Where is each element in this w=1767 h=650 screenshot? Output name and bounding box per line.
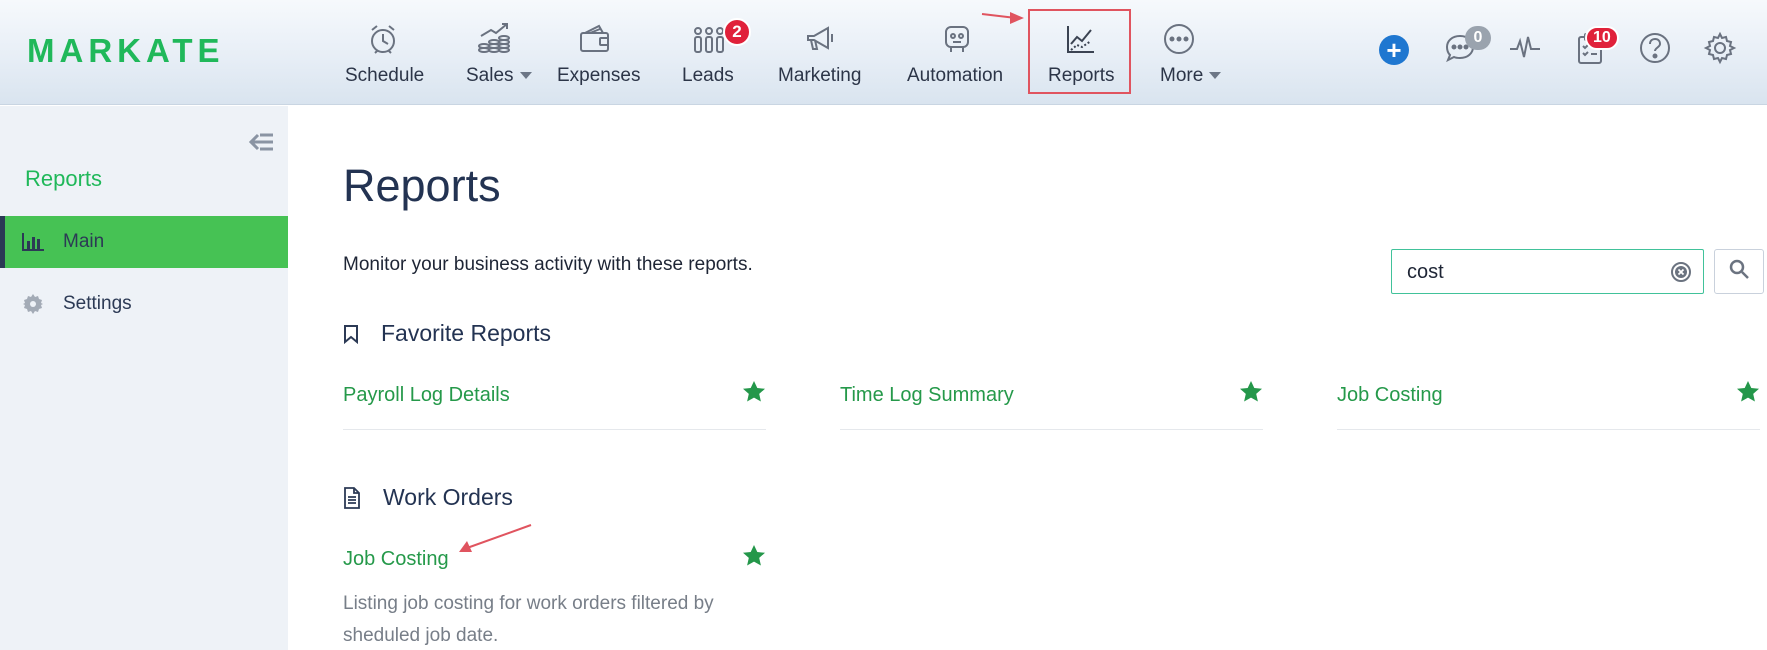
annotation-arrow <box>459 524 532 552</box>
nav-label: Sales <box>466 65 532 87</box>
nav-label: Schedule <box>345 65 425 86</box>
nav-item-more[interactable]: More <box>1159 0 1223 105</box>
nav-item-schedule[interactable]: Schedule <box>343 0 425 105</box>
clear-search-icon[interactable] <box>1671 262 1691 287</box>
help-icon <box>1638 31 1672 70</box>
search-input[interactable] <box>1407 259 1662 285</box>
annotation-arrow <box>981 12 1024 24</box>
report-card: Time Log Summary <box>840 380 1263 430</box>
nav-label: Leads <box>682 65 734 86</box>
favorite-star-icon[interactable] <box>742 380 766 409</box>
report-card: Job Costing <box>343 544 766 580</box>
megaphone-icon <box>801 20 841 58</box>
nav-label: Reports <box>1048 65 1115 86</box>
report-search-box <box>1391 249 1704 294</box>
sidebar-item-label: Main <box>63 231 105 252</box>
report-link[interactable]: Job Costing <box>343 548 449 571</box>
top-navigation-bar: MARKATE Schedule Sales Expenses 2 Leads … <box>0 0 1767 105</box>
more-dots-icon <box>1159 20 1199 58</box>
robot-icon <box>937 20 977 58</box>
activity-button[interactable] <box>1505 30 1545 70</box>
nav-item-expenses[interactable]: Expenses <box>557 0 641 105</box>
gear-icon <box>22 293 44 315</box>
sidebar-item-label: Settings <box>63 293 132 314</box>
chevron-down-icon <box>1209 72 1222 80</box>
report-link[interactable]: Job Costing <box>1337 384 1443 407</box>
tasks-count-badge: 10 <box>1585 26 1619 50</box>
nav-label: Expenses <box>557 65 641 86</box>
markate-logo[interactable]: MARKATE <box>27 34 267 68</box>
favorite-star-icon[interactable] <box>742 544 766 573</box>
report-link[interactable]: Payroll Log Details <box>343 384 510 407</box>
messages-count-badge: 0 <box>1465 26 1491 50</box>
nav-label: Automation <box>907 65 1004 86</box>
section-title: Favorite Reports <box>381 320 552 346</box>
report-card: Job Costing <box>1337 380 1760 430</box>
chevron-down-icon <box>519 72 532 80</box>
alarm-clock-icon <box>363 20 403 58</box>
svg-text:MARKATE: MARKATE <box>27 34 225 68</box>
report-link[interactable]: Time Log Summary <box>840 384 1014 407</box>
report-card: Payroll Log Details <box>343 380 766 430</box>
people-icon <box>689 20 729 58</box>
gear-icon <box>1703 31 1737 70</box>
add-icon: + <box>1379 35 1409 65</box>
add-button[interactable]: + <box>1374 30 1414 70</box>
favorite-star-icon[interactable] <box>1239 380 1263 409</box>
sidebar: Reports Main Settings <box>0 106 288 650</box>
sidebar-item-main[interactable]: Main <box>0 216 288 268</box>
search-icon <box>1729 259 1749 284</box>
wallet-icon <box>575 20 615 58</box>
growth-chart-icon <box>474 20 514 58</box>
nav-item-marketing[interactable]: Marketing <box>778 0 864 105</box>
line-chart-icon <box>1061 20 1101 58</box>
bookmark-icon <box>343 323 363 345</box>
section-work-orders: Work Orders <box>343 484 513 511</box>
search-button[interactable] <box>1714 249 1764 294</box>
document-icon <box>343 486 363 509</box>
nav-item-sales[interactable]: Sales <box>466 0 532 105</box>
report-description: Listing job costing for work orders filt… <box>343 593 714 646</box>
page-description: Monitor your business activity with thes… <box>343 254 753 275</box>
activity-pulse-icon <box>1508 31 1542 70</box>
nav-label: More <box>1160 65 1222 87</box>
nav-label: Marketing <box>778 65 862 86</box>
nav-item-leads[interactable]: 2 Leads <box>682 0 751 105</box>
bar-chart-icon <box>22 231 44 253</box>
collapse-sidebar-icon[interactable] <box>248 130 276 161</box>
favorite-star-icon[interactable] <box>1736 380 1760 409</box>
page-title: Reports <box>343 160 501 211</box>
section-title: Work Orders <box>383 484 513 510</box>
section-favorite-reports: Favorite Reports <box>343 320 551 347</box>
settings-button[interactable] <box>1700 30 1740 70</box>
help-button[interactable] <box>1635 30 1675 70</box>
nav-item-reports[interactable]: Reports <box>1048 0 1115 105</box>
leads-count-badge: 2 <box>723 18 751 46</box>
sidebar-title: Reports <box>25 166 103 191</box>
sidebar-item-settings[interactable]: Settings <box>0 278 288 330</box>
